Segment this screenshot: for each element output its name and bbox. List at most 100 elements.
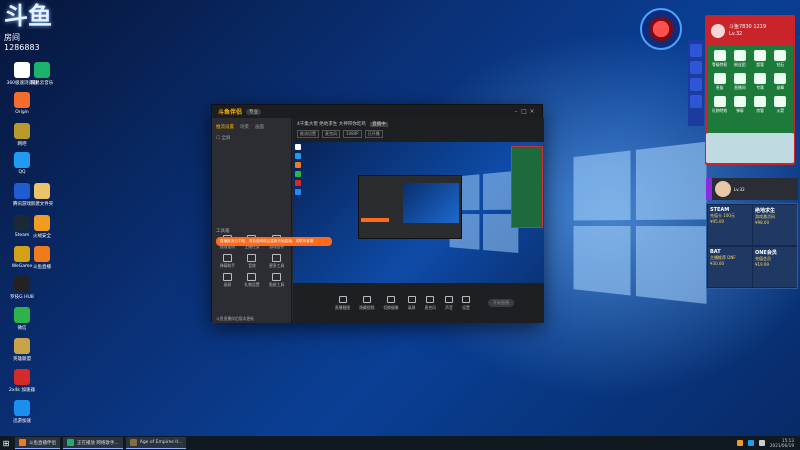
overlay-item-icon	[733, 50, 746, 61]
tab-2[interactable]: 画面	[255, 124, 264, 130]
sidebar-btn[interactable]	[690, 78, 702, 91]
desktop-icon[interactable]: 罗技G HUB	[2, 276, 42, 300]
overlay-item-label: 礼物特效	[712, 108, 728, 113]
desktop-icon[interactable]: Origin	[2, 92, 42, 115]
bottom-button[interactable]: 隐藏视频	[359, 295, 375, 311]
overlay-item[interactable]: 钻石	[772, 50, 789, 68]
tool-button[interactable]: 弹幕助手	[216, 254, 239, 269]
app-tabs: 推流设置 场景 画面	[212, 118, 291, 133]
tool-button[interactable]: 更多工具	[265, 254, 288, 269]
overlay-item[interactable]: 等级特权	[711, 50, 728, 68]
tool-button[interactable]: 贴纸工具	[265, 273, 288, 288]
bottom-button[interactable]: 录屏	[407, 295, 416, 311]
desktop-app-icon	[34, 215, 50, 231]
desktop-icon[interactable]: 斗鱼直播	[22, 246, 62, 270]
sidebar-btn[interactable]	[690, 95, 702, 108]
robot-mascot-icon[interactable]	[640, 8, 682, 50]
warning-banner[interactable]: 直播推流已中断，请检查网络后重新开始直播，或联系客服	[216, 237, 332, 246]
overlay-item-icon	[774, 73, 787, 84]
shop-item[interactable]: STEAM 充值卡 100元 ¥95.00	[708, 205, 752, 245]
desktop-icon-label: 微信	[17, 326, 27, 331]
shop-item[interactable]: ONE会员 充值会员 ¥19.99	[753, 247, 797, 287]
shop-item[interactable]: BAT 主播推荐 DNF ¥30.00	[708, 247, 752, 287]
bottom-button-label: 录屏	[407, 304, 416, 310]
overlay-item[interactable]: 礼物特效	[711, 96, 728, 114]
minimize-icon[interactable]: –	[512, 108, 520, 115]
desktop-icon[interactable]: 火绒安全	[22, 215, 62, 239]
sub-chip[interactable]: 麦克风	[322, 130, 340, 138]
tool-icon	[272, 254, 282, 262]
bottom-button[interactable]: 声音	[444, 295, 453, 311]
sidebar-btn[interactable]	[690, 44, 702, 57]
shop-item-price: ¥98.00	[755, 220, 769, 225]
desktop-icon[interactable]: 网易云音乐	[22, 62, 62, 86]
sub-chip[interactable]: 已开播	[364, 130, 383, 138]
overlay-item[interactable]: 超管	[752, 50, 769, 68]
overlay-item-label: 等级特权	[712, 62, 728, 67]
desktop-app-icon	[14, 276, 30, 292]
tool-label: 音效	[248, 263, 256, 268]
tab-1[interactable]: 场景	[240, 124, 249, 130]
tray-icon[interactable]	[747, 440, 754, 446]
overlay-item[interactable]: 房管	[752, 96, 769, 114]
tool-button[interactable]: 音效	[241, 254, 264, 269]
scene-item[interactable]: ☐ 全屏	[212, 133, 291, 143]
taskbar-item[interactable]: 斗鱼直播伴侣	[15, 437, 60, 449]
live-tag: 直播中	[370, 122, 388, 127]
start-live-button[interactable]: 开始直播	[488, 299, 514, 307]
desktop-icon[interactable]: QQ	[2, 152, 42, 175]
tool-label: 贴纸工具	[269, 282, 285, 287]
bottom-button-icon	[426, 295, 435, 303]
sub-chip[interactable]: 推流设置	[297, 130, 319, 138]
bottom-button-label: 麦克风	[424, 304, 436, 310]
overlay-item[interactable]: 粉丝团	[731, 50, 748, 68]
tool-icon	[247, 273, 257, 281]
overlay-item[interactable]: 直播间	[731, 73, 748, 91]
overlay-item[interactable]: 贵族	[711, 73, 728, 91]
overlay-item[interactable]: 专属	[752, 73, 769, 91]
desktop-icon[interactable]: 英雄联盟	[2, 338, 42, 362]
windows-start-icon[interactable]: ⊞	[0, 437, 12, 449]
desktop-icon[interactable]: 网吧	[2, 123, 42, 147]
desktop-icon-label: 网吧	[17, 142, 27, 147]
desktop-icon[interactable]: 微信	[2, 307, 42, 331]
bottom-button-label: 切换摄像	[383, 304, 399, 310]
desktop-icon[interactable]: 迅游加速	[2, 400, 42, 424]
shop-item[interactable]: 绝地求生 游戏激活码 ¥98.00	[753, 205, 797, 245]
bottom-button[interactable]: 切换摄像	[383, 295, 399, 311]
footer-note[interactable]: 斗鱼直播伴侣版本更新	[212, 314, 258, 324]
overlay-item[interactable]: 勋章	[772, 73, 789, 91]
overlay-name: 斗鱼7830 1219	[729, 24, 767, 30]
bottom-button-label: 设置	[462, 304, 470, 310]
close-icon[interactable]: ×	[528, 108, 536, 115]
overlay-item[interactable]: 弹幕	[731, 96, 748, 114]
tab-0[interactable]: 推流设置	[216, 124, 234, 130]
volume-icon[interactable]	[758, 440, 765, 446]
bottom-button-label: 隐藏视频	[359, 304, 375, 310]
avatar	[711, 24, 725, 38]
maximize-icon[interactable]: □	[520, 108, 528, 115]
bottom-button[interactable]: 设置	[461, 295, 470, 311]
tray-icon[interactable]	[736, 440, 743, 446]
bottom-button-icon	[461, 295, 470, 303]
profile-card[interactable]: Lv.32	[706, 178, 798, 200]
desktop-icon[interactable]: 2x4k 加速器	[2, 369, 42, 393]
taskbar-item[interactable]: 正在播放 网络歌手...	[63, 437, 123, 449]
overlay-sidebar	[688, 40, 704, 126]
sidebar-btn[interactable]	[690, 61, 702, 74]
sub-chip[interactable]: 1080P	[343, 130, 362, 138]
bottom-button[interactable]: 麦克风	[424, 295, 436, 311]
app-version-badge[interactable]: 专业	[246, 108, 262, 115]
taskbar-item[interactable]: Age of Empires II...	[125, 437, 187, 449]
bottom-button[interactable]: 直播截图	[335, 295, 350, 311]
overlay-item-label: 勋章	[776, 85, 785, 90]
desktop-icon[interactable]: 新建文件夹	[22, 183, 62, 207]
main-head: 4千集大佬 绝地求生 大神带你吃鸡 直播中 推流设置 麦克风 1080P 已开播	[293, 118, 544, 140]
desktop-app-icon	[14, 152, 30, 168]
tool-button[interactable]: 录屏	[216, 273, 239, 288]
bottom-button-icon	[386, 295, 395, 303]
clock[interactable]: 15:13 2021/06/19	[770, 438, 794, 448]
tool-button[interactable]: 礼物设置	[241, 273, 264, 288]
overlay-item[interactable]: 火箭	[772, 96, 789, 114]
shop-item-title: 绝地求生	[755, 208, 776, 214]
